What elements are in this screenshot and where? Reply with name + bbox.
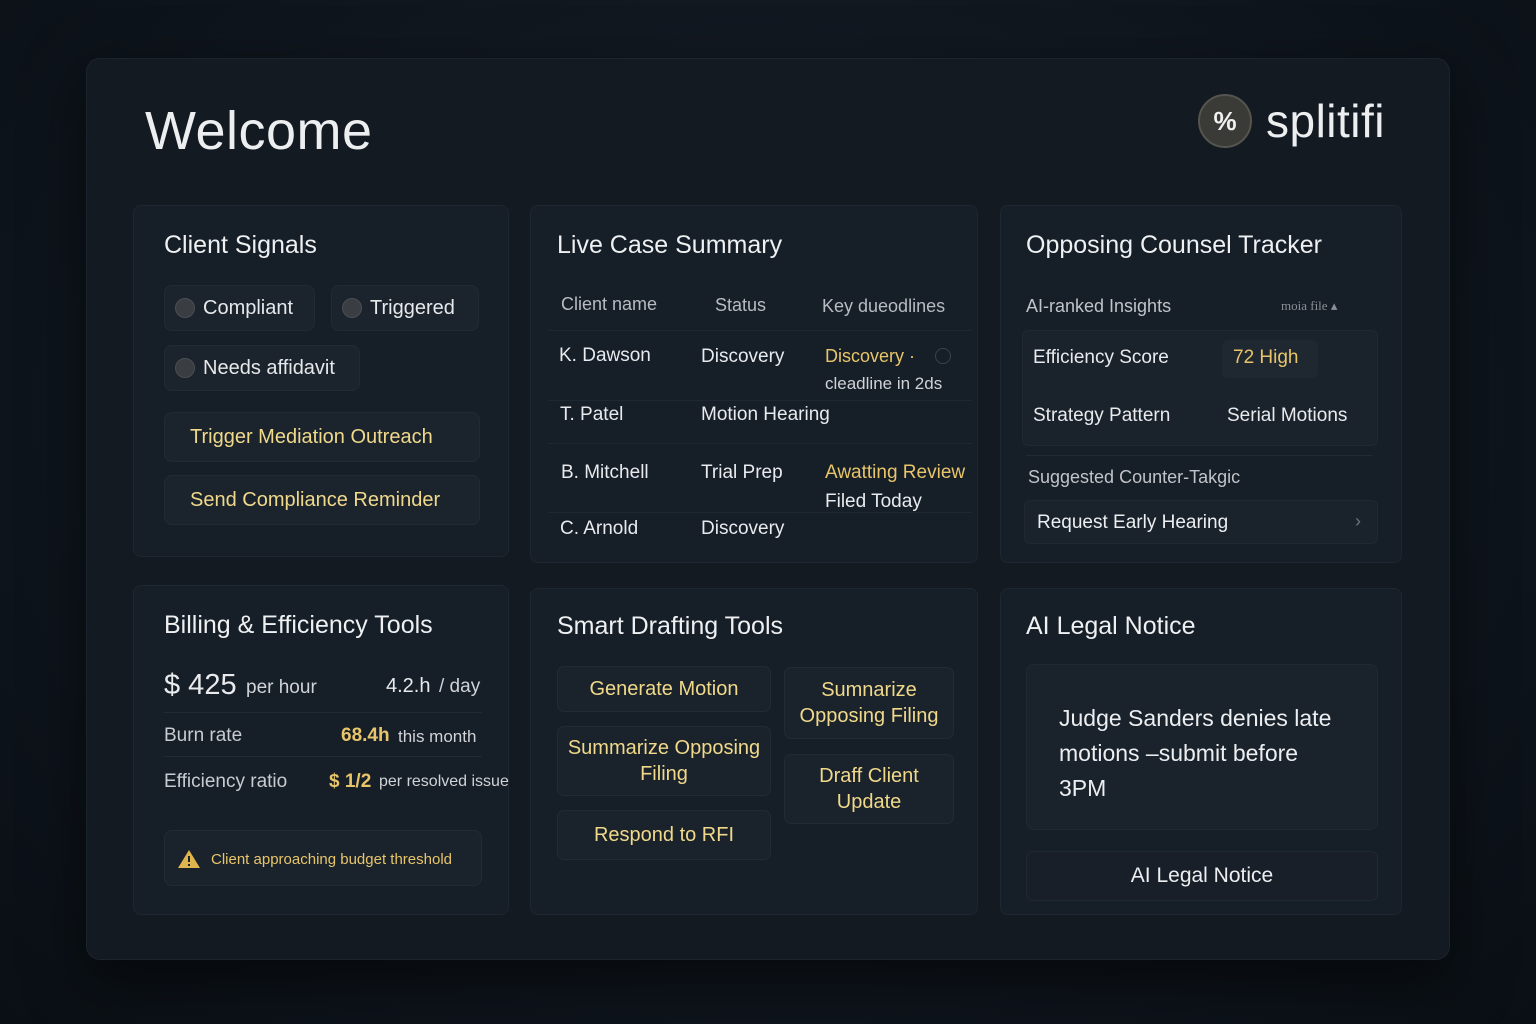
- opposing-counsel-title: Opposing Counsel Tracker: [1026, 231, 1322, 259]
- client-signals-title: Client Signals: [164, 231, 317, 259]
- insights-sort-toggle[interactable]: moia file ▴: [1281, 298, 1337, 314]
- generate-motion-button[interactable]: Generate Motion: [557, 666, 771, 712]
- warning-icon: [178, 850, 200, 868]
- efficiency-ratio-label: Efficiency ratio: [164, 771, 288, 792]
- burn-rate-label: Burn rate: [164, 725, 243, 746]
- hourly-rate: $ 425: [164, 669, 237, 701]
- budget-alert[interactable]: Client approaching budget threshold: [164, 830, 482, 886]
- burn-rate-unit: this month: [398, 727, 477, 746]
- legal-notice-message: Judge Sanders denies late motions –submi…: [1026, 664, 1378, 830]
- draft-client-update-button[interactable]: Draff Client Update: [784, 754, 954, 824]
- case-client[interactable]: T. Patel: [560, 404, 623, 426]
- legal-notice-button[interactable]: AI Legal Notice: [1026, 851, 1378, 901]
- page-title: Welcome: [145, 101, 373, 161]
- trigger-mediation-button[interactable]: Trigger Mediation Outreach: [164, 412, 480, 462]
- row-divider: [548, 443, 972, 444]
- case-client[interactable]: B. Mitchell: [561, 462, 649, 484]
- strategy-pattern-label: Strategy Pattern: [1033, 405, 1171, 426]
- chip-label: Compliant: [203, 296, 294, 319]
- summarize-opposing-button[interactable]: Summarize Opposing Filing: [557, 726, 771, 796]
- chip-needs-affidavit[interactable]: Needs affidavit: [164, 345, 360, 391]
- divider: [1026, 455, 1372, 456]
- column-header-client[interactable]: Client name: [561, 294, 657, 315]
- status-dot-icon: [175, 358, 195, 378]
- case-client[interactable]: K. Dawson: [559, 345, 651, 367]
- case-deadline: Discovery ·: [825, 346, 916, 366]
- status-dot-icon: [342, 298, 362, 318]
- row-divider: [548, 400, 972, 401]
- daily-hours-unit: / day: [439, 676, 481, 697]
- chip-compliant[interactable]: Compliant: [164, 285, 315, 331]
- column-header-status[interactable]: Status: [715, 295, 766, 316]
- case-deadline: Awatting Review: [825, 462, 966, 483]
- chip-label: Triggered: [370, 296, 455, 319]
- chip-triggered[interactable]: Triggered: [331, 285, 479, 331]
- row-divider: [548, 512, 972, 513]
- case-summary-title: Live Case Summary: [557, 231, 783, 259]
- summarize-filing-button[interactable]: Sumnarize Opposing Filing: [784, 667, 954, 739]
- efficiency-score-value: 72 High: [1233, 347, 1299, 368]
- radio-circle-icon[interactable]: [935, 348, 951, 364]
- billing-title: Billing & Efficiency Tools: [164, 611, 433, 639]
- status-dot-icon: [175, 298, 195, 318]
- counter-tactic-label: Suggested Counter-Takgic: [1028, 467, 1241, 487]
- send-compliance-button[interactable]: Send Compliance Reminder: [164, 475, 480, 525]
- divider: [164, 756, 482, 757]
- hourly-rate-unit: per hour: [246, 677, 317, 698]
- insights-label: AI-ranked Insights: [1026, 296, 1172, 316]
- case-deadline-sub: cleadline in 2ds: [825, 374, 943, 393]
- brand: % splitifi: [1198, 94, 1385, 148]
- request-early-hearing-button[interactable]: Request Early Hearing ›: [1024, 500, 1378, 544]
- row-divider: [548, 330, 972, 331]
- daily-hours: 4.2.h: [386, 675, 431, 697]
- chip-label: Needs affidavit: [203, 356, 335, 379]
- case-status: Discovery: [701, 518, 785, 539]
- case-client[interactable]: C. Arnold: [560, 518, 638, 540]
- percent-logo-icon: %: [1198, 94, 1252, 148]
- efficiency-ratio-value: $ 1/2: [329, 771, 372, 792]
- efficiency-score-label: Efficiency Score: [1033, 347, 1169, 368]
- chevron-right-icon: ›: [1355, 511, 1361, 531]
- case-status: Trial Prep: [701, 462, 783, 483]
- respond-rfi-button[interactable]: Respond to RFI: [557, 810, 771, 860]
- case-status: Motion Hearing: [701, 404, 830, 425]
- strategy-pattern-value: Serial Motions: [1227, 405, 1348, 426]
- column-header-deadlines[interactable]: Key dueodlines: [822, 296, 945, 317]
- brand-name: splitifi: [1266, 95, 1386, 147]
- budget-alert-text: Client approaching budget threshold: [211, 851, 453, 868]
- divider: [164, 712, 482, 713]
- burn-rate-value: 68.4h: [341, 725, 390, 746]
- case-deadline-sub: Filed Today: [825, 491, 922, 512]
- request-early-hearing-label: Request Early Hearing: [1037, 512, 1229, 533]
- efficiency-ratio-unit: per resolved issue: [379, 773, 509, 790]
- legal-notice-title: AI Legal Notice: [1026, 612, 1196, 640]
- drafting-title: Smart Drafting Tools: [557, 612, 784, 640]
- case-status: Discovery: [701, 346, 785, 367]
